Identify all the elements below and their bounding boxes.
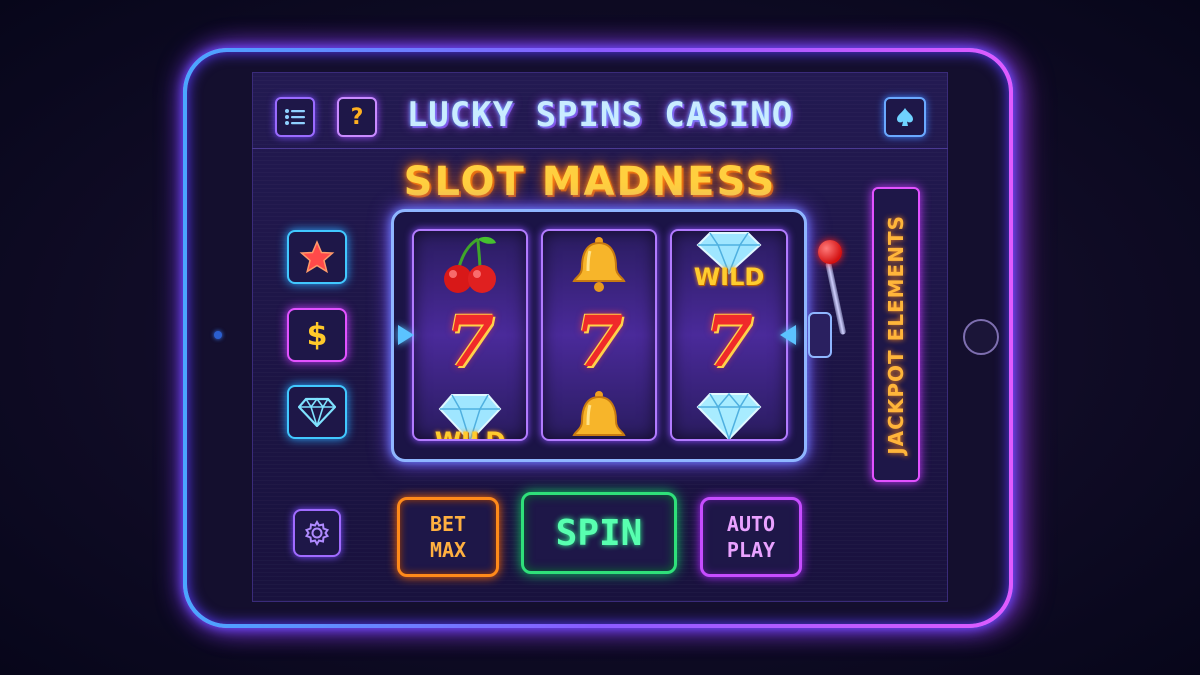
bet-max-button[interactable]: BET MAX: [397, 497, 499, 577]
payline-arrow-left: [398, 325, 414, 345]
jackpot-panel: JACKPOT ELEMENTS: [872, 187, 920, 482]
bell-icon: [572, 391, 626, 436]
reel-1-top-symbol: [414, 233, 526, 295]
reel-2-middle-symbol: 7: [574, 300, 624, 383]
dollar-icon: $: [306, 317, 328, 353]
lever-knob[interactable]: [818, 240, 842, 264]
bell-icon: [572, 237, 626, 292]
help-button[interactable]: ?: [337, 97, 377, 137]
spade-icon: [897, 108, 913, 126]
lever-base: [808, 312, 832, 358]
camera-dot: [214, 331, 222, 339]
jackpot-label: JACKPOT ELEMENTS: [884, 214, 908, 455]
auto-play-label-line2: PLAY: [726, 538, 776, 562]
star-icon: [299, 240, 335, 274]
diamond-icon: [696, 392, 762, 439]
reel-3-wild-label: WILD: [693, 263, 765, 291]
reel-2-bottom-symbol: [543, 389, 655, 439]
auto-play-label-line1: AUTO: [726, 512, 776, 536]
reel-1-middle-symbol: 7: [445, 300, 495, 383]
help-icon: ?: [350, 104, 364, 130]
reel-1-wild-label: WILD: [434, 427, 506, 441]
gems-button[interactable]: [287, 385, 347, 439]
spade-button[interactable]: [884, 97, 926, 137]
header-divider: [252, 148, 948, 149]
bet-max-label-line2: MAX: [429, 538, 467, 562]
auto-play-button[interactable]: AUTO PLAY: [700, 497, 802, 577]
game-title: SLOT MADNESS: [403, 159, 777, 205]
coins-button[interactable]: $: [287, 308, 347, 362]
reel-2-top-symbol: [543, 235, 655, 293]
payline-arrow-right: [780, 325, 796, 345]
favorites-button[interactable]: [287, 230, 347, 284]
reel-3: WILD 7: [670, 229, 788, 441]
settings-button[interactable]: [293, 509, 341, 557]
home-button[interactable]: [963, 319, 999, 355]
bet-max-label-line1: BET: [429, 512, 467, 536]
list-menu-icon: [285, 109, 305, 125]
gear-icon: [304, 519, 330, 547]
spin-button[interactable]: SPIN: [521, 492, 677, 574]
cherry-icon: [444, 236, 496, 293]
reel-1: 7 WILD: [412, 229, 528, 441]
app-title: LUCKY SPINS CASINO: [406, 95, 794, 135]
reel-3-bottom-symbol: [672, 391, 786, 439]
spin-label: SPIN: [555, 512, 643, 554]
reel-2: 7: [541, 229, 657, 441]
reel-3-middle-symbol: 7: [704, 300, 754, 383]
menu-button[interactable]: [275, 97, 315, 137]
diamond-icon: [298, 397, 336, 427]
